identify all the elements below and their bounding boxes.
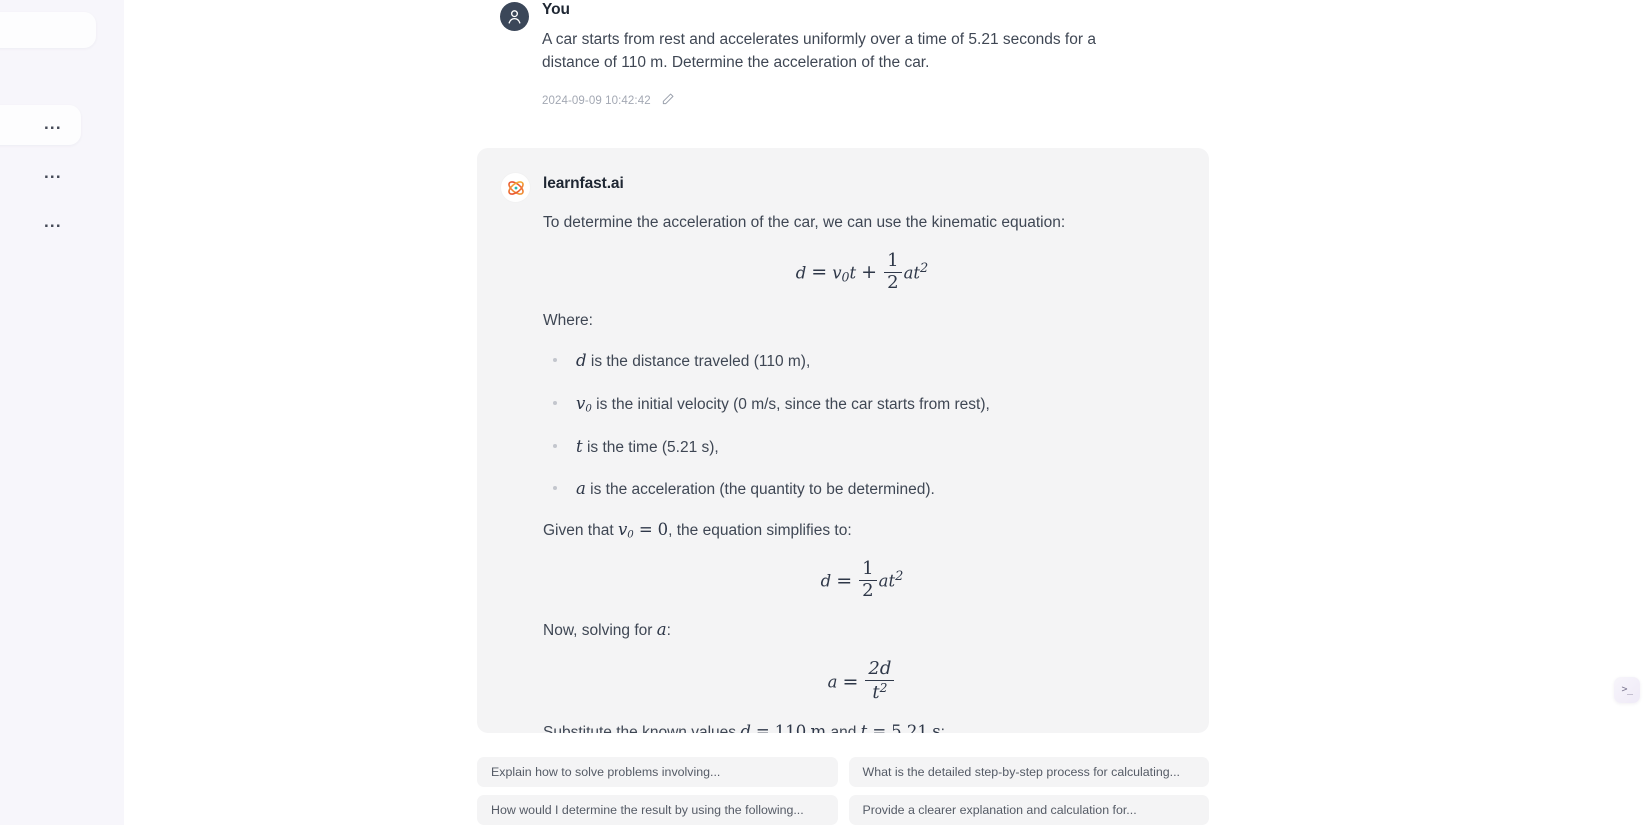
suggestion-chips: Explain how to solve problems involving.… bbox=[477, 751, 1209, 825]
sidebar-item-menu-0[interactable]: ... bbox=[44, 115, 62, 132]
solving-var: a bbox=[656, 620, 667, 640]
user-message-body: You A car starts from rest and accelerat… bbox=[542, 0, 1650, 111]
substitute-d-unit: m bbox=[810, 722, 827, 733]
substitute-d-value: 110 bbox=[774, 722, 807, 733]
substitute-prefix: Substitute the known values bbox=[543, 724, 741, 733]
given-paragraph: Given that v0 = 0, the equation simplifies… bbox=[543, 517, 1181, 543]
assistant-intro-text: To determine the acceleration of the car… bbox=[543, 214, 1066, 231]
equation-solved-for-a: a = 2d t2 bbox=[543, 657, 1181, 704]
def-0-text: is the distance traveled (110 m), bbox=[586, 352, 811, 370]
where-label: Where: bbox=[543, 311, 593, 329]
sidebar-item-0[interactable] bbox=[0, 12, 96, 48]
eq3-equals: = bbox=[842, 670, 859, 693]
eq2-fraction: 12 bbox=[859, 558, 877, 601]
equation-simplified: d = 1 2 at2 bbox=[543, 558, 1181, 602]
eq1-v-sub: 0 bbox=[841, 269, 850, 285]
eq1-equals: = bbox=[811, 261, 828, 284]
user-message: You A car starts from rest and accelerat… bbox=[124, 0, 1650, 111]
eq3-den-t: t bbox=[872, 681, 880, 703]
given-equals: = bbox=[638, 520, 653, 540]
given-prefix: Given that bbox=[543, 522, 618, 540]
eq1-lhs: d bbox=[795, 263, 807, 283]
list-item: t is the time (5.21 s), bbox=[543, 435, 1181, 460]
user-sender-name: You bbox=[542, 1, 570, 18]
equation-kinematic: d = v0t +1 2 at2 bbox=[543, 249, 1181, 294]
substitute-d: d bbox=[740, 722, 751, 733]
suggestion-chip-0[interactable]: Explain how to solve problems involving.… bbox=[477, 757, 838, 787]
substitute-colon: : bbox=[940, 724, 945, 733]
given-suffix: , the equation simplifies to: bbox=[668, 522, 852, 540]
eq2-equals: = bbox=[836, 569, 853, 592]
eq1-tail-sup: 2 bbox=[920, 261, 929, 276]
user-message-header: You A car starts from rest and accelerat… bbox=[124, 0, 1650, 111]
eq1-frac-num: 1 bbox=[887, 249, 899, 271]
assistant-message: learnfast.ai To determine the accelerati… bbox=[477, 148, 1209, 733]
sidebar-item-1[interactable] bbox=[0, 105, 81, 145]
list-item: d is the distance traveled (110 m), bbox=[543, 349, 1181, 374]
suggestion-chip-3[interactable]: Provide a clearer explanation and calcul… bbox=[848, 795, 1209, 825]
terminal-glyph: >_ bbox=[1621, 684, 1633, 695]
main-content: You A car starts from rest and accelerat… bbox=[124, 0, 1650, 825]
atom-orbital-logo-icon bbox=[501, 173, 530, 202]
chat-thread: You A car starts from rest and accelerat… bbox=[124, 0, 1650, 825]
eq1-plus: + bbox=[861, 261, 878, 284]
solving-prefix: Now, solving for bbox=[543, 622, 657, 640]
eq2-a: a bbox=[878, 571, 889, 591]
def-3-text: is the acceleration (the quantity to be … bbox=[585, 481, 935, 499]
substitute-t-unit: s bbox=[932, 722, 941, 733]
def-1-text: is the initial velocity (0 m/s, since th… bbox=[591, 395, 990, 413]
assistant-message-body: To determine the acceleration of the car… bbox=[501, 211, 1181, 733]
eq3-lhs: a bbox=[827, 672, 838, 692]
user-avatar-icon bbox=[500, 2, 529, 31]
solving-suffix: : bbox=[666, 622, 671, 640]
user-message-meta: 2024-09-09 10:42:42 bbox=[542, 92, 1650, 111]
terminal-console-icon[interactable]: >_ bbox=[1614, 677, 1640, 703]
eq2-lhs: d bbox=[820, 571, 832, 591]
eq3-den-sup: 2 bbox=[879, 680, 888, 695]
substitute-equals-1: = bbox=[755, 722, 770, 733]
given-sub: 0 bbox=[627, 529, 634, 541]
suggestion-chip-1[interactable]: What is the detailed step-by-step proces… bbox=[848, 757, 1209, 787]
eq1-frac-den: 2 bbox=[884, 271, 902, 293]
substitute-t-value: 5.21 bbox=[891, 722, 928, 733]
def-2-symbol: t bbox=[576, 436, 583, 456]
sidebar-item-menu-2[interactable]: ... bbox=[44, 213, 62, 230]
eq1-a: a bbox=[903, 263, 914, 283]
def-2-text: is the time (5.21 s), bbox=[582, 438, 719, 456]
suggestion-chip-2[interactable]: How would I determine the result by usin… bbox=[477, 795, 838, 825]
def-0-symbol: d bbox=[576, 350, 587, 370]
app-root: ... ... ... You A car starts from rest a bbox=[0, 0, 1650, 825]
user-message-text: A car starts from rest and accelerates u… bbox=[542, 30, 1096, 72]
eq2-frac-den: 2 bbox=[859, 579, 877, 601]
list-item: a is the acceleration (the quantity to b… bbox=[543, 477, 1181, 502]
substitute-equals-2: = bbox=[872, 722, 887, 733]
sidebar: ... ... ... bbox=[0, 0, 124, 825]
eq1-fraction: 12 bbox=[884, 249, 902, 293]
eq1-v: v bbox=[832, 263, 842, 283]
solving-paragraph: Now, solving for a: bbox=[543, 617, 1181, 643]
eq2-frac-num: 1 bbox=[862, 558, 874, 580]
message-timestamp: 2024-09-09 10:42:42 bbox=[542, 95, 651, 108]
definition-list: d is the distance traveled (110 m), v0 i… bbox=[543, 349, 1181, 502]
eq3-frac-num: 2d bbox=[868, 657, 892, 679]
def-3-symbol: a bbox=[576, 479, 586, 499]
pencil-icon[interactable] bbox=[661, 92, 675, 111]
substitute-and: and bbox=[826, 724, 861, 733]
substitute-paragraph: Substitute the known values d = 110 m and … bbox=[543, 719, 1181, 733]
eq3-fraction: 2d t2 bbox=[865, 657, 895, 703]
eq3-frac-den: t2 bbox=[865, 679, 895, 703]
given-value: 0 bbox=[657, 520, 669, 540]
assistant-message-header: learnfast.ai bbox=[501, 172, 1181, 202]
list-item: v0 is the initial velocity (0 m/s, since… bbox=[543, 392, 1181, 417]
def-1-symbol: v bbox=[576, 393, 586, 413]
given-var: v bbox=[617, 520, 628, 540]
eq2-sup: 2 bbox=[895, 569, 904, 585]
assistant-sender-name: learnfast.ai bbox=[543, 175, 624, 192]
sidebar-item-menu-1[interactable]: ... bbox=[44, 164, 62, 181]
